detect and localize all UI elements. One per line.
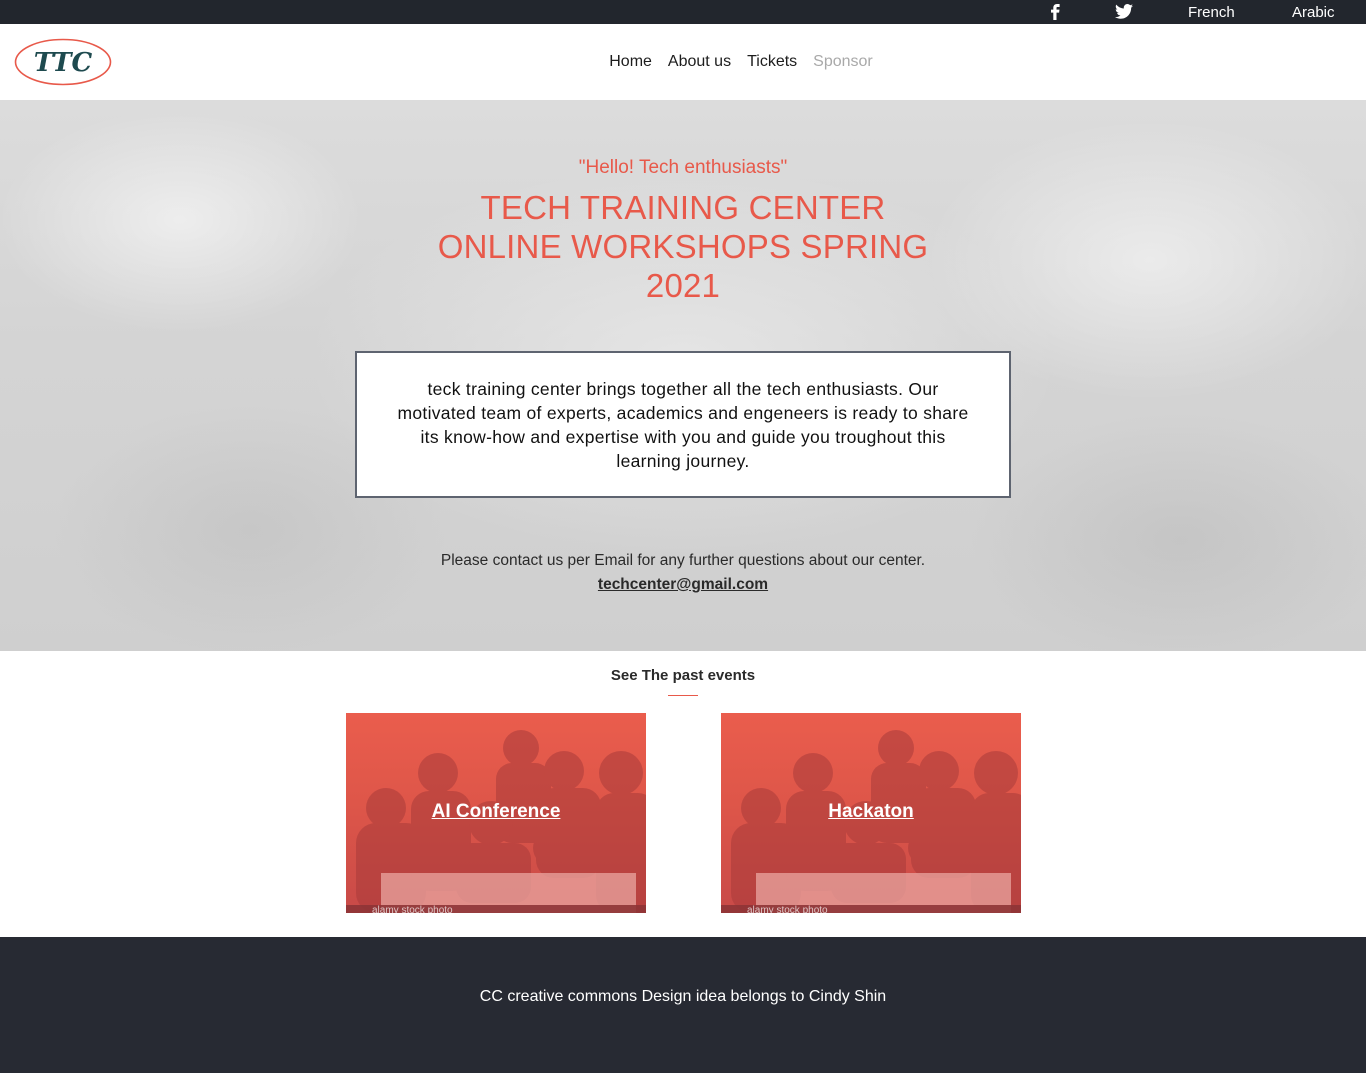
site-footer: CC creative commons Design idea belongs …: [0, 937, 1366, 1073]
contact-block: Please contact us per Email for any furt…: [0, 549, 1366, 597]
facebook-icon: [1051, 4, 1060, 20]
photo-watermark: alamy stock photo: [747, 905, 828, 913]
hero-title-line-2: ONLINE WORKSHOPS SPRING: [437, 228, 929, 265]
contact-email-link[interactable]: techcenter@gmail.com: [598, 576, 768, 593]
hero-greeting: "Hello! Tech enthusiasts": [578, 157, 788, 178]
facebook-link[interactable]: [1049, 0, 1061, 24]
hero-title: TECH TRAINING CENTER ONLINE WORKSHOPS SP…: [433, 188, 933, 305]
nav-about-us[interactable]: About us: [668, 53, 731, 71]
nav-tickets[interactable]: Tickets: [747, 53, 797, 71]
event-title: AI Conference: [431, 801, 561, 822]
main-nav: Home About us Tickets Sponsor: [0, 24, 1366, 100]
nav-home[interactable]: Home: [609, 53, 652, 71]
event-title: Hackaton: [828, 801, 914, 822]
hero-section: "Hello! Tech enthusiasts" TECH TRAINING …: [0, 100, 1366, 651]
nav-sponsor[interactable]: Sponsor: [813, 53, 873, 71]
twitter-icon: [1115, 4, 1133, 19]
site-header: TTC Home About us Tickets Sponsor: [0, 24, 1366, 100]
event-card-hackaton[interactable]: Hackaton alamy stock photo: [721, 713, 1021, 913]
twitter-link[interactable]: [1115, 0, 1133, 24]
intro-text: teck training center brings together all…: [397, 378, 969, 471]
language-arabic[interactable]: Arabic: [1292, 0, 1335, 24]
past-events-divider: [668, 695, 698, 696]
intro-box: teck training center brings together all…: [355, 351, 1011, 498]
top-bar: French Arabic: [0, 0, 1366, 24]
past-events-title: See The past events: [610, 667, 756, 684]
footer-credit: CC creative commons Design idea belongs …: [479, 988, 887, 1005]
contact-text: Please contact us per Email for any furt…: [440, 552, 926, 569]
hero-title-line-3: 2021: [645, 267, 721, 304]
event-card-ai-conference[interactable]: AI Conference alamy stock photo: [346, 713, 646, 913]
photo-watermark: alamy stock photo: [372, 905, 453, 913]
hero-title-line-1: TECH TRAINING CENTER: [480, 189, 886, 226]
language-french[interactable]: French: [1188, 0, 1235, 24]
